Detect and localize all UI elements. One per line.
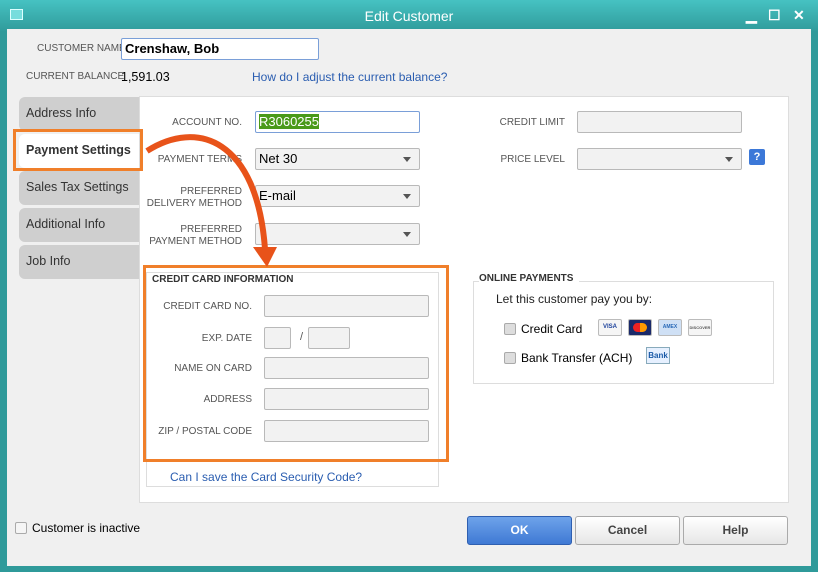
- help-button[interactable]: Help: [683, 516, 788, 545]
- close-button[interactable]: ✕: [793, 7, 805, 24]
- mastercard-icon: [628, 319, 652, 336]
- help-icon[interactable]: ?: [749, 149, 765, 165]
- bank-transfer-option-label: Bank Transfer (ACH): [521, 351, 633, 365]
- credit-limit-label: CREDIT LIMIT: [499, 117, 565, 128]
- credit-card-option-label: Credit Card: [521, 322, 583, 336]
- exp-date-label: EXP. DATE: [201, 333, 252, 344]
- payment-settings-highlight: [13, 129, 143, 171]
- bank-icon: Bank: [646, 347, 670, 364]
- balance-label: CURRENT BALANCE: [26, 71, 125, 82]
- customer-name-label: CUSTOMER NAME: [37, 43, 126, 54]
- cancel-button[interactable]: Cancel: [575, 516, 680, 545]
- bank-transfer-checkbox[interactable]: [504, 352, 516, 364]
- inactive-checkbox[interactable]: [15, 522, 27, 534]
- amex-icon: AMEX: [658, 319, 682, 336]
- exp-month-input[interactable]: [264, 327, 291, 349]
- card-number-input[interactable]: [264, 295, 429, 317]
- inactive-label: Customer is inactive: [32, 521, 141, 535]
- window-title: Edit Customer: [364, 8, 454, 24]
- tab-job-info[interactable]: Job Info: [19, 245, 139, 279]
- account-no-value: R3060255: [259, 114, 319, 129]
- edit-customer-window: Edit Customer ▁ ☐ ✕ CUSTOMER NAME Crensh…: [0, 0, 818, 572]
- account-no-label: ACCOUNT NO.: [172, 117, 242, 128]
- online-payments-title: ONLINE PAYMENTS: [479, 273, 580, 284]
- adjust-balance-link[interactable]: How do I adjust the current balance?: [252, 70, 447, 84]
- credit-limit-input[interactable]: [577, 111, 742, 133]
- visa-icon: VISA: [598, 319, 622, 336]
- exp-separator: /: [300, 331, 304, 343]
- name-on-card-input[interactable]: [264, 357, 429, 379]
- discover-icon: DISCOVER: [688, 319, 712, 336]
- exp-year-input[interactable]: [308, 327, 350, 349]
- online-payments-prompt: Let this customer pay you by:: [496, 292, 653, 306]
- zip-label: ZIP / POSTAL CODE: [158, 426, 252, 437]
- credit-card-title: CREDIT CARD INFORMATION: [152, 274, 300, 285]
- highlight-arrow-icon: [145, 134, 277, 267]
- address-input[interactable]: [264, 388, 429, 410]
- card-security-code-link[interactable]: Can I save the Card Security Code?: [170, 470, 362, 484]
- tab-sales-tax-settings[interactable]: Sales Tax Settings: [19, 171, 139, 205]
- zip-input[interactable]: [264, 420, 429, 442]
- name-on-card-label: NAME ON CARD: [174, 363, 252, 374]
- customer-name-input[interactable]: Crenshaw, Bob: [121, 38, 319, 60]
- balance-value: 1,591.03: [121, 70, 170, 84]
- credit-card-checkbox[interactable]: [504, 323, 516, 335]
- tab-additional-info[interactable]: Additional Info: [19, 208, 139, 242]
- tab-address-info[interactable]: Address Info: [19, 97, 139, 131]
- card-number-label: CREDIT CARD NO.: [163, 301, 252, 312]
- minimize-button[interactable]: ▁: [746, 7, 757, 24]
- ok-button[interactable]: OK: [467, 516, 572, 545]
- maximize-button[interactable]: ☐: [768, 7, 781, 24]
- price-level-label: PRICE LEVEL: [500, 154, 565, 165]
- address-label: ADDRESS: [203, 394, 252, 405]
- price-level-select[interactable]: [577, 148, 742, 170]
